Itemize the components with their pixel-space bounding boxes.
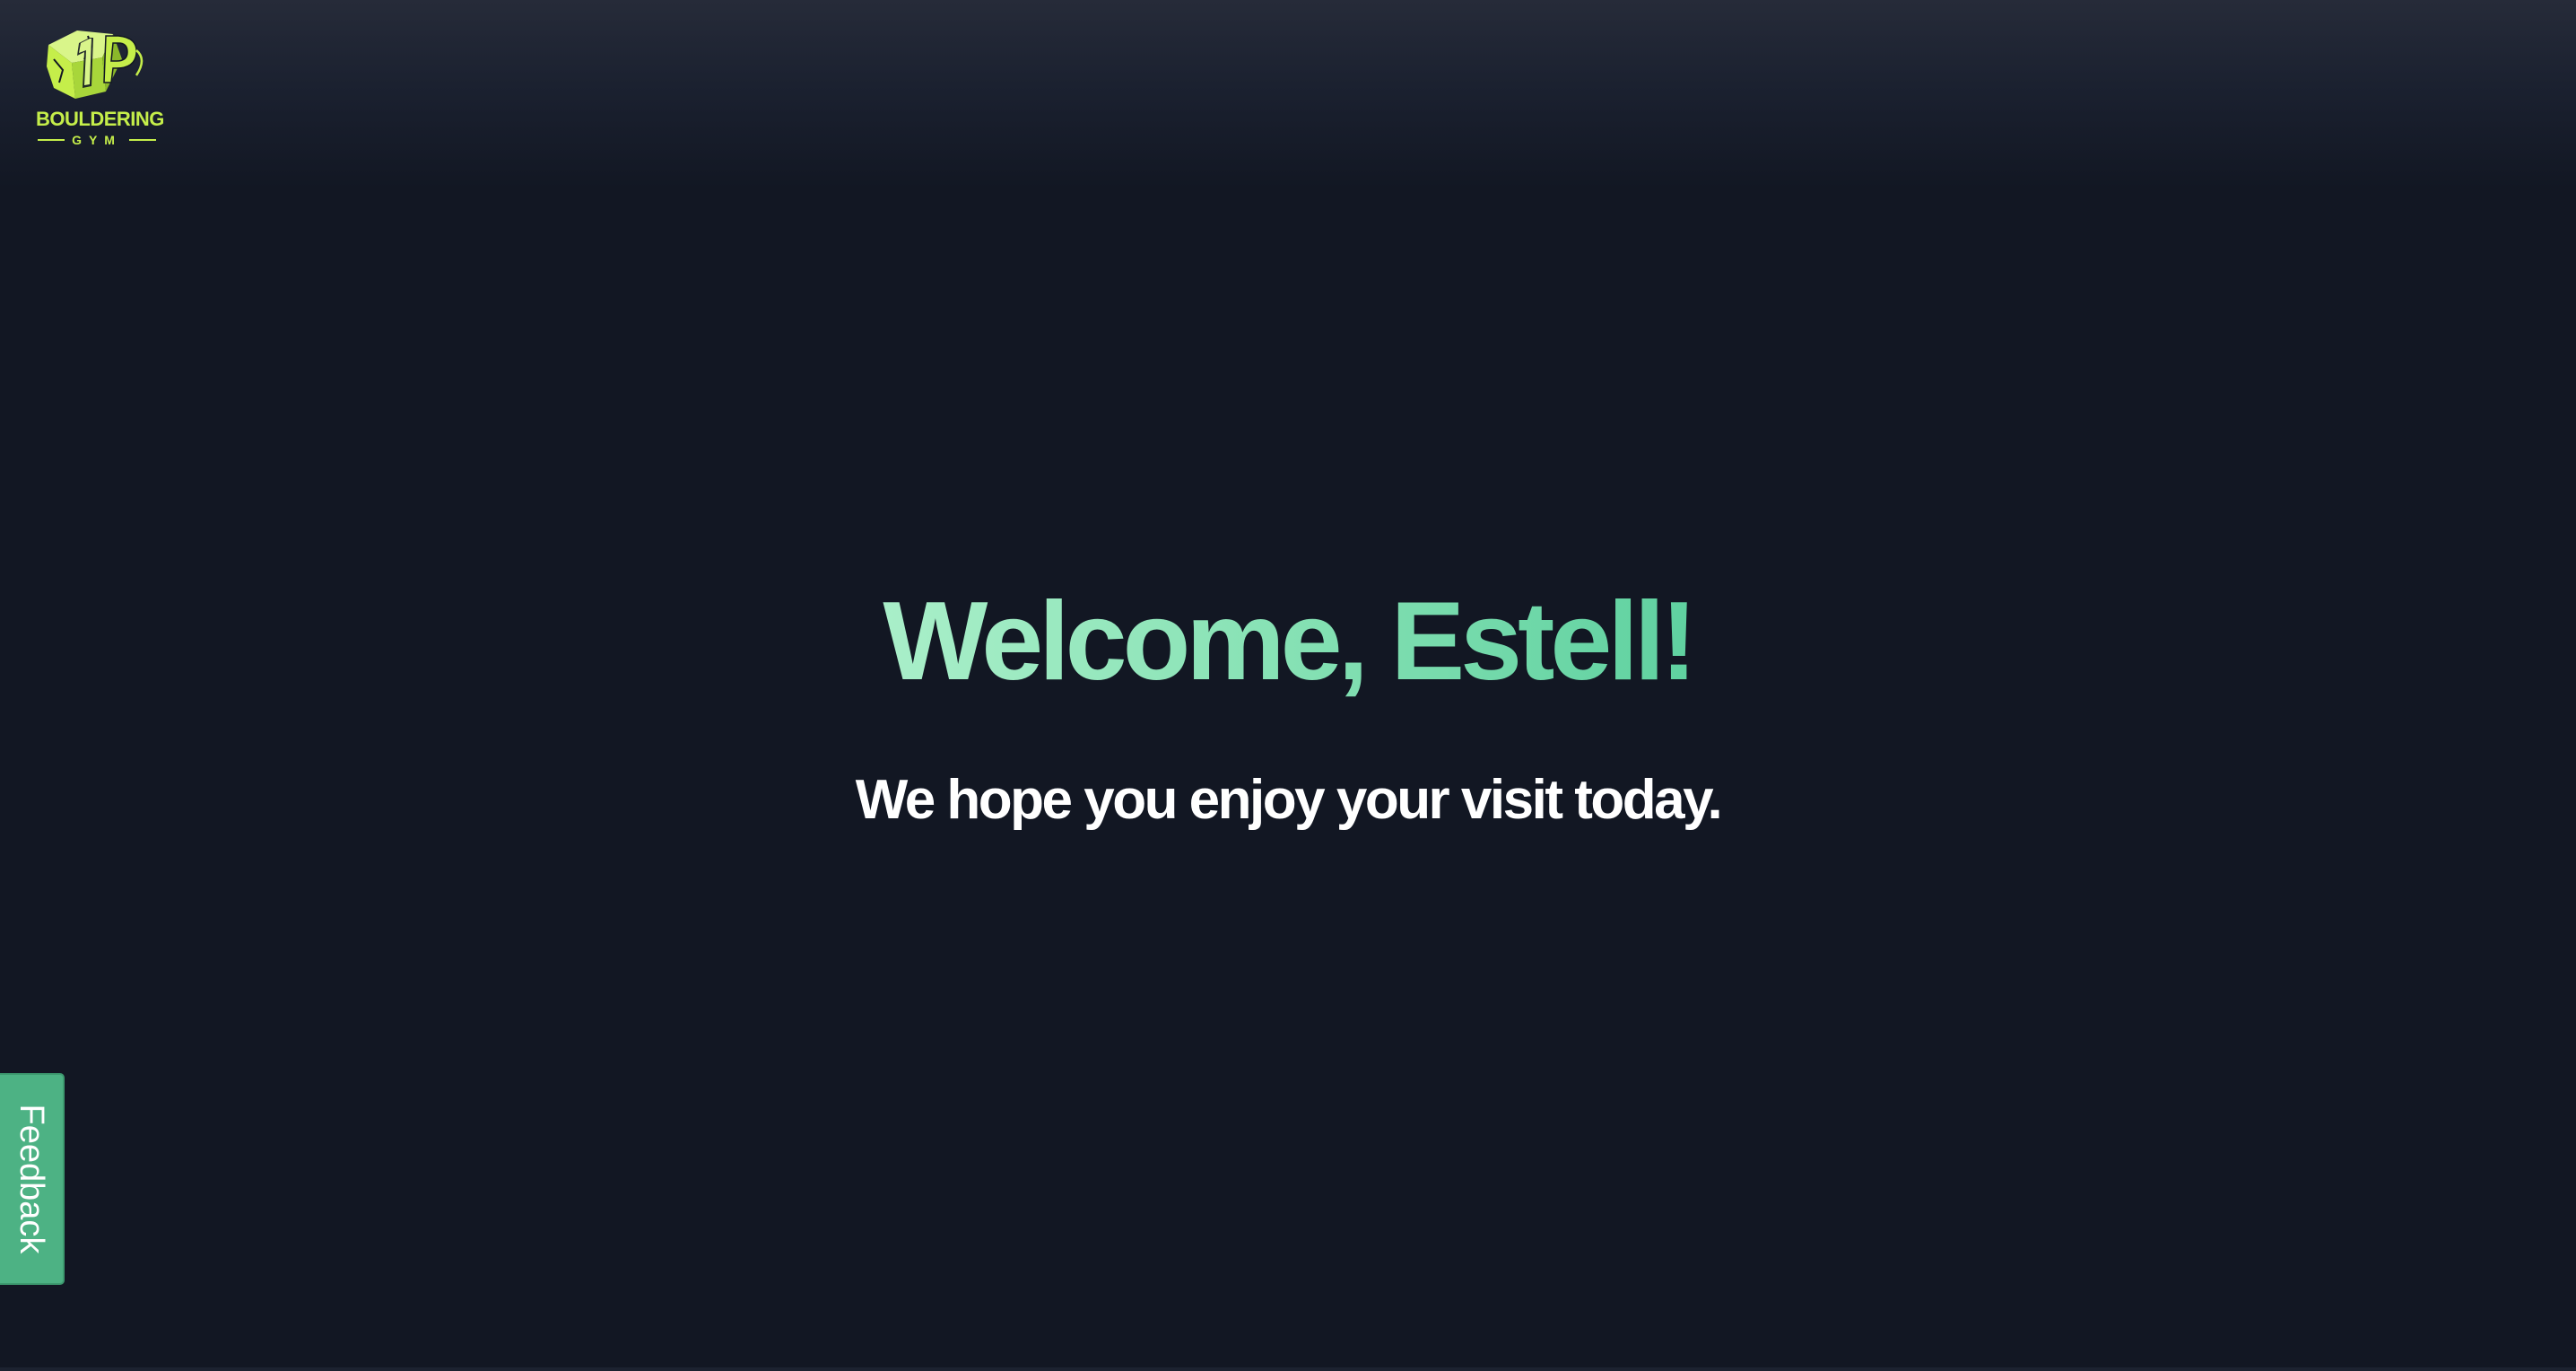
welcome-subtitle: We hope you enjoy your visit today. (855, 769, 1723, 831)
feedback-label: Feedback (13, 1104, 50, 1254)
logo-title: BOULDERING (36, 108, 164, 130)
logo-divider-right (128, 139, 157, 141)
logo-divider-left (38, 139, 65, 141)
feedback-tab-button[interactable]: Feedback (0, 1073, 65, 1285)
welcome-heading: Welcome, Estell! (0, 574, 2576, 709)
header-background (0, 0, 2576, 188)
welcome-text: Welcome, Estell! (883, 580, 1697, 703)
gym-logo[interactable]: BOULDERING GYM (36, 23, 164, 147)
bottom-edge (0, 1367, 2576, 1371)
boulder-1p-logo-icon (47, 31, 144, 99)
logo-subtitle: GYM (72, 133, 122, 147)
logo-subtitle-row: GYM (38, 133, 157, 147)
